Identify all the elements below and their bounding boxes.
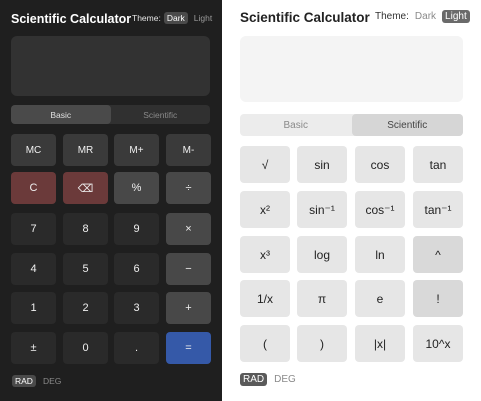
- calculator-display: [240, 36, 463, 102]
- digit-5-button[interactable]: 5: [63, 253, 108, 285]
- tab-scientific[interactable]: Scientific: [111, 105, 211, 124]
- square-button[interactable]: x²: [240, 191, 290, 228]
- tan-button[interactable]: tan: [413, 146, 463, 183]
- theme-dark-option[interactable]: Dark: [412, 10, 439, 23]
- decimal-button[interactable]: .: [114, 332, 159, 364]
- tab-scientific[interactable]: Scientific: [351, 114, 463, 136]
- arcsin-button[interactable]: sin⁻¹: [297, 191, 347, 228]
- digit-3-button[interactable]: 3: [114, 292, 159, 324]
- angle-mode-switcher: RAD DEG: [240, 373, 299, 386]
- tab-basic[interactable]: Basic: [240, 114, 352, 136]
- sin-button[interactable]: sin: [297, 146, 347, 183]
- multiply-button[interactable]: ×: [166, 213, 211, 245]
- ten-power-button[interactable]: 10^x: [413, 325, 463, 362]
- memory-clear-button[interactable]: MC: [11, 134, 56, 166]
- divide-button[interactable]: ÷: [166, 172, 211, 204]
- digit-2-button[interactable]: 2: [63, 292, 108, 324]
- clear-button[interactable]: C: [11, 172, 56, 204]
- ln-button[interactable]: ln: [355, 236, 405, 273]
- memory-subtract-button[interactable]: M-: [166, 134, 211, 166]
- angle-deg-option[interactable]: DEG: [40, 375, 64, 387]
- theme-label: Theme:: [375, 11, 409, 22]
- digit-4-button[interactable]: 4: [11, 253, 56, 285]
- memory-add-button[interactable]: M+: [114, 134, 159, 166]
- theme-switcher: Theme: Dark Light: [375, 10, 470, 23]
- arctan-button[interactable]: tan⁻¹: [413, 191, 463, 228]
- dark-calculator-panel: Scientific Calculator Theme: Dark Light …: [0, 0, 222, 401]
- theme-label: Theme:: [132, 13, 161, 23]
- cube-button[interactable]: x³: [240, 236, 290, 273]
- digit-0-button[interactable]: 0: [63, 332, 108, 364]
- equals-button[interactable]: =: [166, 332, 211, 364]
- percent-button[interactable]: %: [114, 172, 159, 204]
- angle-rad-option[interactable]: RAD: [12, 375, 36, 387]
- theme-dark-option[interactable]: Dark: [163, 12, 188, 24]
- left-paren-button[interactable]: (: [240, 325, 290, 362]
- arccos-button[interactable]: cos⁻¹: [355, 191, 405, 228]
- euler-button[interactable]: e: [355, 280, 405, 317]
- angle-rad-option[interactable]: RAD: [240, 373, 268, 386]
- pi-button[interactable]: π: [297, 280, 347, 317]
- reciprocal-button[interactable]: 1/x: [240, 280, 290, 317]
- light-calculator-panel: Scientific Calculator Theme: Dark Light …: [227, 0, 481, 401]
- angle-mode-switcher: RAD DEG: [12, 375, 64, 387]
- mode-tabs: Basic Scientific: [11, 105, 210, 124]
- digit-6-button[interactable]: 6: [114, 253, 159, 285]
- plus-minus-button[interactable]: ±: [11, 332, 56, 364]
- mode-tabs: Basic Scientific: [240, 114, 463, 136]
- app-title: Scientific Calculator: [240, 10, 370, 25]
- plus-button[interactable]: +: [166, 292, 211, 324]
- cos-button[interactable]: cos: [355, 146, 405, 183]
- backspace-button[interactable]: ⌫: [63, 172, 108, 204]
- minus-button[interactable]: −: [166, 253, 211, 285]
- app-title: Scientific Calculator: [11, 12, 132, 26]
- digit-9-button[interactable]: 9: [114, 213, 159, 245]
- calculator-display: [11, 36, 210, 96]
- absolute-value-button[interactable]: |x|: [355, 325, 405, 362]
- angle-deg-option[interactable]: DEG: [271, 373, 299, 386]
- tab-basic[interactable]: Basic: [11, 105, 111, 124]
- theme-light-option[interactable]: Light: [442, 10, 470, 23]
- factorial-button[interactable]: !: [413, 280, 463, 317]
- theme-switcher: Theme: Dark Light: [132, 12, 215, 24]
- right-paren-button[interactable]: ): [297, 325, 347, 362]
- digit-1-button[interactable]: 1: [11, 292, 56, 324]
- theme-light-option[interactable]: Light: [191, 12, 215, 24]
- sqrt-button[interactable]: √: [240, 146, 290, 183]
- log-button[interactable]: log: [297, 236, 347, 273]
- digit-7-button[interactable]: 7: [11, 213, 56, 245]
- digit-8-button[interactable]: 8: [63, 213, 108, 245]
- power-button[interactable]: ^: [413, 236, 463, 273]
- memory-recall-button[interactable]: MR: [63, 134, 108, 166]
